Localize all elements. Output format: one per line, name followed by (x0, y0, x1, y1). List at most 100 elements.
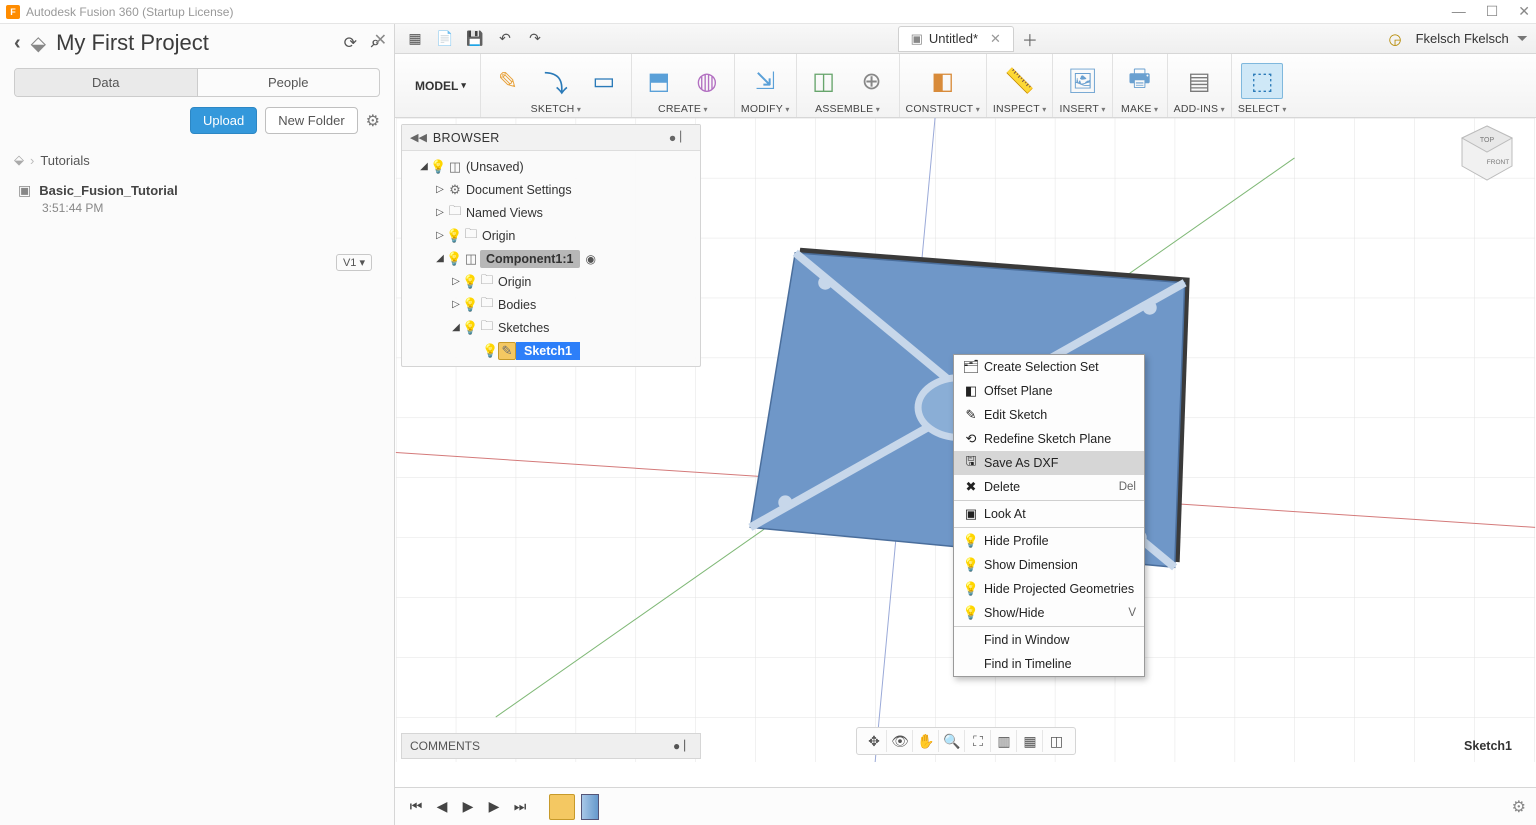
tree-component[interactable]: ◢💡◫Component1:1 (402, 247, 700, 270)
bulb-icon[interactable]: 💡 (446, 228, 462, 244)
ribbon-label-insert[interactable]: INSERT (1059, 101, 1105, 117)
script-icon[interactable]: ▤ (1178, 63, 1220, 99)
context-item-edit-sketch[interactable]: ✎Edit Sketch (954, 403, 1144, 427)
tree-doc-settings[interactable]: ▷⚙Document Settings (402, 178, 700, 201)
data-panel-back-button[interactable]: ‹ (14, 32, 21, 55)
ribbon-label-create[interactable]: CREATE (658, 101, 708, 117)
browser-header[interactable]: ◀◀ BROWSER ● ▏ (402, 125, 700, 151)
joint-icon[interactable]: ⊕ (851, 63, 893, 99)
panel-menu-icon[interactable]: ▏ (680, 132, 688, 143)
sketch-create-icon[interactable]: ✎ (487, 63, 529, 99)
extrude-icon[interactable]: ⬒ (638, 63, 680, 99)
context-item-show-dimension[interactable]: 💡Show Dimension (954, 553, 1144, 577)
measure-icon[interactable]: 📏 (999, 63, 1041, 99)
ribbon-label-construct[interactable]: CONSTRUCT (906, 101, 980, 117)
context-item-show-hide[interactable]: 💡Show/HideV (954, 601, 1144, 625)
print-icon[interactable]: 🖶 (1119, 63, 1161, 99)
fit-icon[interactable]: ⛶ (967, 730, 991, 752)
bulb-icon[interactable]: 💡 (462, 320, 478, 336)
context-item-find-in-timeline[interactable]: Find in Timeline (954, 652, 1144, 676)
tree-component-origin[interactable]: ▷💡🗀Origin (402, 270, 700, 293)
workspace-switcher[interactable]: MODEL▾ (401, 54, 481, 117)
collapse-icon[interactable]: ◀◀ (410, 131, 427, 144)
tree-component-sketches[interactable]: ◢💡🗀Sketches (402, 316, 700, 339)
sphere-icon[interactable]: ◍ (686, 63, 728, 99)
ribbon-label-make[interactable]: MAKE (1121, 101, 1158, 117)
new-folder-button[interactable]: New Folder (265, 107, 357, 134)
timeline-feature-sketch[interactable] (549, 794, 575, 820)
bulb-icon[interactable]: 💡 (482, 343, 498, 359)
tree-named-views[interactable]: ▷🗀Named Views (402, 201, 700, 224)
tree-origin[interactable]: ▷💡🗀Origin (402, 224, 700, 247)
pan-icon[interactable]: ✋ (915, 730, 939, 752)
user-menu[interactable]: Fkelsch Fkelsch (1408, 31, 1517, 46)
window-maximize-button[interactable]: ☐ (1486, 3, 1499, 20)
comments-panel[interactable]: COMMENTS ● ▏ (401, 733, 701, 759)
tree-root[interactable]: ◢💡◫(Unsaved) (402, 155, 700, 178)
tab-people[interactable]: People (198, 69, 380, 96)
timeline-prev-icon[interactable]: ◀ (431, 796, 453, 818)
viewport-layout-icon[interactable]: ◫ (1045, 730, 1069, 752)
component-icon[interactable]: ◫ (803, 63, 845, 99)
data-settings-icon[interactable]: ⚙ (366, 111, 380, 131)
breadcrumb-item[interactable]: Tutorials (40, 153, 89, 168)
job-status-icon[interactable]: ◶ (1389, 30, 1402, 48)
plane-icon[interactable]: ◧ (922, 63, 964, 99)
ribbon-label-sketch[interactable]: SKETCH (531, 101, 581, 117)
orbit-icon[interactable]: ✥ (863, 730, 887, 752)
press-pull-icon[interactable]: ⇲ (744, 63, 786, 99)
context-item-delete[interactable]: ✖DeleteDel (954, 475, 1144, 499)
window-minimize-button[interactable]: — (1452, 3, 1466, 20)
timeline-feature-extrude[interactable] (581, 794, 599, 820)
context-item-redefine-sketch-plane[interactable]: ⟲Redefine Sketch Plane (954, 427, 1144, 451)
tree-component-bodies[interactable]: ▷💡🗀Bodies (402, 293, 700, 316)
context-item-look-at[interactable]: ▣Look At (954, 502, 1144, 526)
rectangle-icon[interactable]: ▭ (583, 63, 625, 99)
ribbon-label-select[interactable]: SELECT (1238, 101, 1287, 117)
ribbon-label-assemble[interactable]: ASSEMBLE (815, 101, 880, 117)
bulb-icon[interactable]: 💡 (462, 297, 478, 313)
timeline-settings-icon[interactable]: ⚙ (1512, 797, 1526, 817)
view-cube[interactable]: TOP FRONT (1456, 122, 1518, 184)
bulb-icon[interactable]: 💡 (446, 251, 462, 267)
look-icon[interactable]: 👁 (889, 730, 913, 752)
data-panel-close-button[interactable]: ✕ (366, 26, 395, 54)
arc-icon[interactable]: ⤵ (535, 63, 577, 99)
timeline-next-icon[interactable]: ▶ (483, 796, 505, 818)
image-icon[interactable]: 🖼 (1062, 63, 1104, 99)
context-item-find-in-window[interactable]: Find in Window (954, 628, 1144, 652)
tab-data[interactable]: Data (15, 69, 198, 96)
undo-icon[interactable]: ↶ (493, 28, 517, 50)
refresh-icon[interactable]: ⟳ (344, 33, 357, 53)
grid-settings-icon[interactable]: ▦ (1019, 730, 1043, 752)
new-tab-button[interactable]: ＋ (1016, 27, 1044, 51)
ribbon-label-modify[interactable]: MODIFY (741, 101, 790, 117)
context-item-save-as-dxf[interactable]: 🖫Save As DXF (954, 451, 1144, 475)
pin-icon[interactable]: ● (673, 739, 680, 753)
timeline-end-icon[interactable]: ⏭ (509, 796, 531, 818)
timeline-play-icon[interactable]: ▶ (457, 796, 479, 818)
context-item-offset-plane[interactable]: ◧Offset Plane (954, 379, 1144, 403)
bulb-icon[interactable]: 💡 (462, 274, 478, 290)
new-file-icon[interactable]: 📄 (433, 28, 457, 50)
ribbon-label-addins[interactable]: ADD-INS (1174, 101, 1225, 117)
grid-apps-icon[interactable]: ▦ (403, 28, 427, 50)
breadcrumb[interactable]: ⬙ › Tutorials (0, 144, 394, 176)
context-item-hide-profile[interactable]: 💡Hide Profile (954, 529, 1144, 553)
timeline-start-icon[interactable]: ⏮ (405, 796, 427, 818)
redo-icon[interactable]: ↷ (523, 28, 547, 50)
tree-sketch1[interactable]: 💡✎Sketch1 (402, 339, 700, 362)
window-close-button[interactable]: ✕ (1518, 3, 1530, 20)
zoom-icon[interactable]: 🔍 (941, 730, 965, 752)
bulb-icon[interactable]: 💡 (430, 159, 446, 175)
save-icon[interactable]: 💾 (463, 28, 487, 50)
file-item[interactable]: ▣ Basic_Fusion_Tutorial (0, 176, 394, 201)
panel-menu-icon[interactable]: ▏ (684, 741, 692, 752)
tab-close-icon[interactable]: ✕ (990, 31, 1001, 47)
pin-icon[interactable]: ● (669, 131, 677, 145)
version-selector[interactable]: V1 ▾ (336, 254, 372, 271)
extensions-icon[interactable]: ⏷ (1517, 30, 1528, 47)
context-item-hide-projected-geometries[interactable]: 💡Hide Projected Geometries (954, 577, 1144, 601)
select-icon[interactable]: ⬚ (1241, 63, 1283, 99)
display-settings-icon[interactable]: ▥ (993, 730, 1017, 752)
